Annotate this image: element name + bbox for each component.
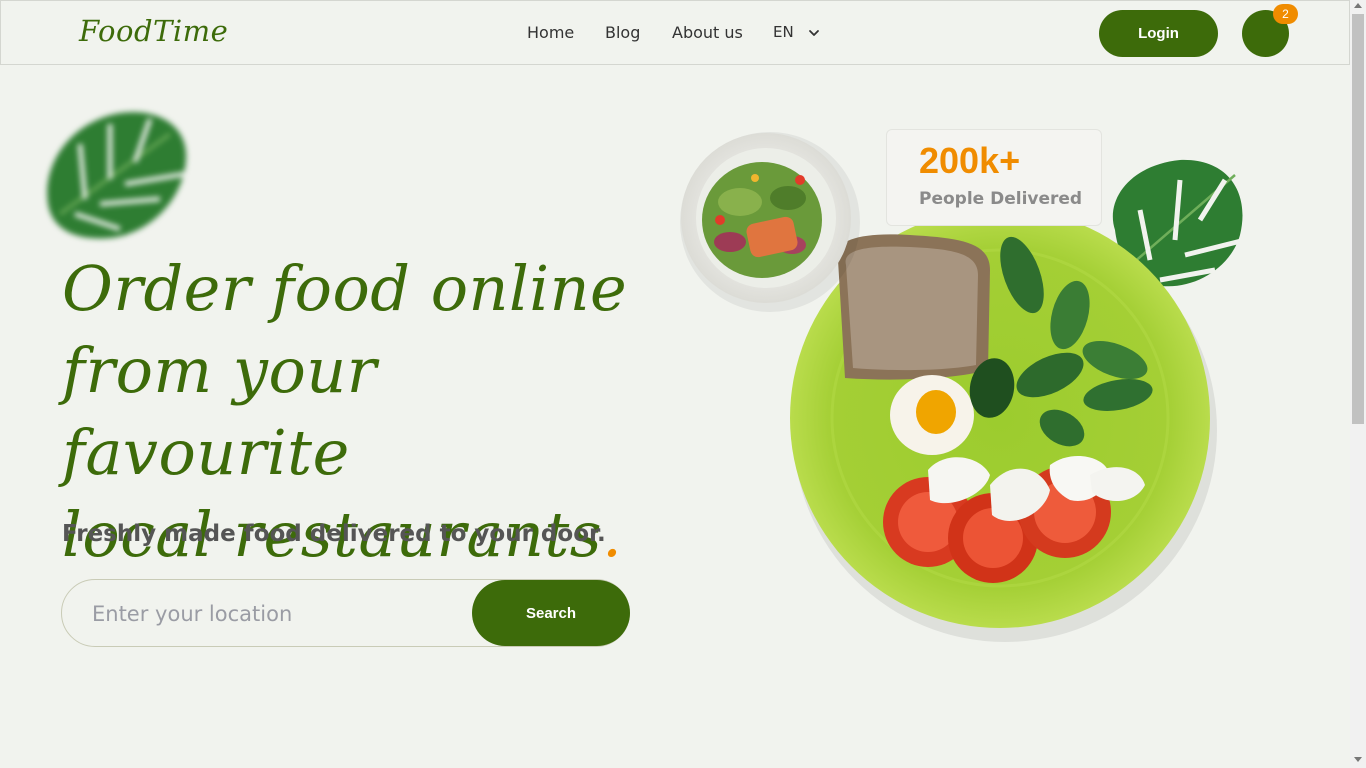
hero-headline-line-2: from your favourite — [62, 334, 377, 489]
language-selector[interactable]: EN — [773, 23, 794, 41]
hero-headline-line-1: Order food online — [62, 252, 628, 325]
top-navbar: FoodTime Home Blog About us EN Login 2 — [0, 0, 1350, 65]
stats-card: 200k+ People Delivered — [886, 129, 1102, 226]
scrollbar-thumb[interactable] — [1352, 14, 1364, 424]
hero-subtitle: Freshly made food delivered to your door… — [62, 521, 606, 547]
scroll-up-arrow-icon[interactable] — [1354, 3, 1362, 8]
chevron-down-icon[interactable] — [807, 26, 821, 40]
login-button[interactable]: Login — [1099, 10, 1218, 57]
location-input[interactable] — [92, 599, 462, 629]
nav-blog-link[interactable]: Blog — [605, 23, 640, 42]
search-button[interactable]: Search — [472, 580, 630, 646]
scroll-down-arrow-icon[interactable] — [1354, 757, 1362, 762]
nav-about-link[interactable]: About us — [672, 23, 743, 42]
cart-count-badge: 2 — [1273, 4, 1298, 24]
stats-value: 200k+ — [919, 140, 1021, 181]
stats-label: People Delivered — [919, 189, 1083, 209]
nav-home-link[interactable]: Home — [527, 23, 574, 42]
monstera-leaf-icon — [47, 112, 187, 239]
vertical-scrollbar[interactable] — [1350, 0, 1366, 768]
